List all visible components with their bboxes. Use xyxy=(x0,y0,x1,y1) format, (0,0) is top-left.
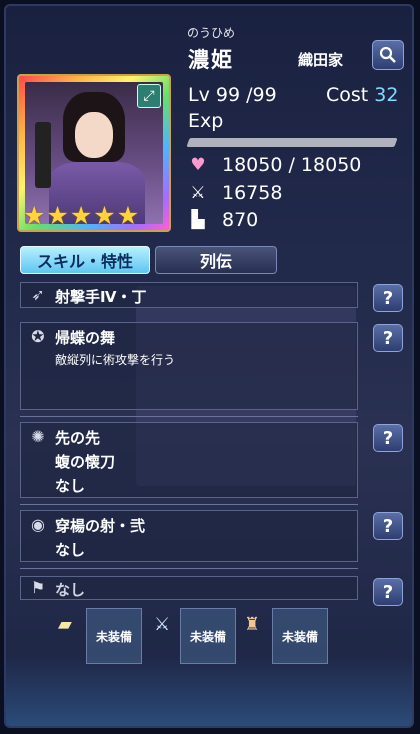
speed-stat: ▙ 870 xyxy=(188,209,258,231)
equip-slot-3[interactable]: 未装備 xyxy=(272,608,328,664)
bow-icon: ➶ xyxy=(31,285,45,304)
tab-skills[interactable]: スキル・特性 xyxy=(20,246,150,274)
help-button-1[interactable]: ? xyxy=(373,284,403,312)
exp-label: Exp xyxy=(188,110,224,132)
skill-2-title: 帰蝶の舞 xyxy=(55,329,116,347)
skill-2-desc: 敵縦列に術攻撃を行う xyxy=(55,353,176,367)
equip-slot-1[interactable]: 未装備 xyxy=(86,608,142,664)
sword-icon: ⚔ xyxy=(190,183,206,203)
skill-5-title: なし xyxy=(55,581,86,599)
skill-1-title: 射撃手Ⅳ・丁 xyxy=(55,288,147,306)
cost-display: Cost 32 xyxy=(326,84,398,106)
exp-bar xyxy=(186,138,398,147)
pentagram-icon: ✪ xyxy=(31,327,45,346)
clan-name: 織田家 xyxy=(298,51,344,69)
skill-3-line-2: なし xyxy=(55,477,86,495)
cost-label: Cost xyxy=(326,84,369,106)
search-button[interactable] xyxy=(372,40,404,70)
expand-icon[interactable]: ⤢ xyxy=(137,84,161,108)
hp-value: 18050 / 18050 xyxy=(222,154,362,176)
attack-stat: ⚔ 16758 xyxy=(188,182,282,204)
skill-row-2: ✪ 帰蝶の舞 敵縦列に術攻撃を行う xyxy=(20,322,358,410)
search-icon xyxy=(379,46,396,63)
help-button-5[interactable]: ? xyxy=(373,578,403,606)
boot-icon: ▙ xyxy=(191,210,205,230)
hp-stat: ♥ 18050 / 18050 xyxy=(188,154,361,176)
star-icon: ★ xyxy=(93,201,116,230)
star-icon: ★ xyxy=(46,201,69,230)
star-icon: ★ xyxy=(69,201,93,230)
ammo-icon: ▰ xyxy=(58,614,72,635)
cost-value: 32 xyxy=(374,84,399,106)
skill-row-1: ➶ 射撃手Ⅳ・丁 xyxy=(20,282,358,308)
star-icon: ★ xyxy=(116,201,140,230)
divider xyxy=(20,568,358,569)
flag-icon: ⚑ xyxy=(30,578,46,597)
speed-value: 870 xyxy=(222,209,259,231)
bottom-glow xyxy=(6,656,412,726)
attack-value: 16758 xyxy=(222,182,283,204)
help-button-2[interactable]: ? xyxy=(373,324,403,352)
help-button-3[interactable]: ? xyxy=(373,424,403,452)
level-label: Lv xyxy=(188,84,210,106)
tab-biography[interactable]: 列伝 xyxy=(155,246,277,274)
level-value: 99 xyxy=(215,84,241,106)
equip-slot-2[interactable]: 未装備 xyxy=(180,608,236,664)
character-portrait[interactable]: ⤢ ★ ★ ★ ★ ★ xyxy=(17,74,171,232)
level-display: Lv 99 /99 xyxy=(188,84,277,106)
skill-row-3: ✺ 先の先 蝮の懐刀 なし xyxy=(20,422,358,498)
star-icon: ★ xyxy=(23,201,46,230)
heart-icon: ♥ xyxy=(190,155,206,175)
skill-4-title: 穿楊の射・弐 xyxy=(55,517,146,535)
skill-4-line-1: なし xyxy=(55,541,86,559)
help-button-4[interactable]: ? xyxy=(373,512,403,540)
eye-icon: ◉ xyxy=(31,515,45,534)
skill-row-4: ◉ 穿楊の射・弐 なし xyxy=(20,510,358,562)
skill-row-5: ⚑ なし xyxy=(20,576,358,600)
rarity-stars: ★ ★ ★ ★ ★ xyxy=(23,203,139,228)
name-furigana: のうひめ xyxy=(186,26,235,40)
sword-icon: ⚔ xyxy=(154,614,171,635)
armor-icon: ♜ xyxy=(244,614,261,635)
character-panel: のうひめ 濃姫 織田家 ⤢ ★ ★ ★ ★ ★ Lv 99 /99 Cost 3… xyxy=(4,4,414,728)
skill-3-line-1: 蝮の懐刀 xyxy=(55,453,116,471)
divider xyxy=(20,416,358,417)
divider xyxy=(20,504,358,505)
skill-3-title: 先の先 xyxy=(55,429,101,447)
level-max: /99 xyxy=(246,84,277,106)
character-name: 濃姫 xyxy=(188,48,234,72)
figure-icon: ✺ xyxy=(31,427,45,446)
